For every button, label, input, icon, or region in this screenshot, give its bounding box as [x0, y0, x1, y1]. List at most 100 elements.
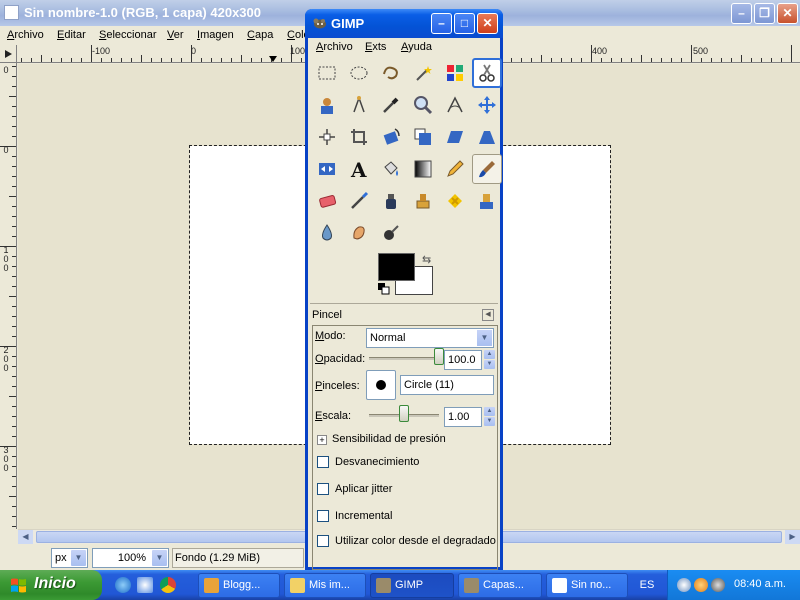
text-icon: A — [350, 158, 367, 180]
mode-value: Normal — [370, 332, 406, 344]
tool-options-menu-icon[interactable]: ◀ — [482, 309, 494, 321]
swap-colors-icon[interactable]: ⇆ — [422, 253, 431, 266]
scroll-left-icon[interactable]: ◀ — [18, 530, 33, 544]
brush-preview-button[interactable] — [366, 370, 396, 400]
bucket-fill-icon — [384, 161, 398, 176]
fuzzy-select-tool-button[interactable] — [408, 58, 438, 88]
blur-sharpen-tool-button[interactable] — [312, 218, 342, 248]
blend-tool-button[interactable] — [408, 154, 438, 184]
fade-checkbox[interactable] — [317, 456, 329, 468]
airbrush-tool-button[interactable] — [344, 186, 374, 216]
toolbox-titlebar[interactable]: GIMP – □ ✕ — [305, 9, 503, 38]
foreground-select-tool-button[interactable] — [312, 90, 342, 120]
update-icon[interactable] — [694, 578, 708, 592]
menu-archivo[interactable]: Archivo — [7, 29, 44, 41]
scale-slider-handle[interactable] — [399, 405, 409, 422]
opacity-input[interactable]: 100.0 — [444, 350, 482, 370]
default-colors-icon[interactable] — [378, 283, 390, 295]
flip-tool-button[interactable] — [312, 154, 342, 184]
ruler-label: 400 — [592, 46, 608, 56]
text-tool-button[interactable]: A — [344, 154, 374, 184]
menu-ver[interactable]: Ver — [167, 29, 184, 41]
paintbrush-tool-button[interactable] — [472, 154, 502, 184]
chrome-icon[interactable] — [160, 577, 176, 593]
brush-name-field[interactable]: Circle (11) — [400, 375, 494, 395]
ruler-label: 1 0 0 — [3, 245, 9, 273]
start-button[interactable]: Inicio — [0, 570, 102, 600]
scale-tool-button[interactable] — [408, 122, 438, 152]
gradient-color-checkbox[interactable] — [317, 535, 329, 547]
menu-archivo[interactable]: Archivo — [316, 41, 353, 53]
minimize-button[interactable]: – — [731, 3, 752, 24]
perspective-tool-button[interactable] — [472, 122, 502, 152]
taskbar-button[interactable]: GIMP — [370, 573, 454, 598]
ie-quicklaunch-icon[interactable] — [115, 577, 131, 593]
scale-spinner[interactable]: ▲ ▼ — [484, 407, 495, 427]
zoom-select[interactable]: 100% ▼ — [92, 548, 169, 568]
taskbar-button-label: GIMP — [395, 579, 424, 591]
paths-tool-button[interactable] — [344, 90, 374, 120]
opacity-spinner[interactable]: ▲ ▼ — [484, 350, 495, 370]
taskbar-button[interactable]: Capas... — [458, 573, 542, 598]
language-indicator[interactable]: ES — [632, 573, 662, 597]
ink-icon — [386, 194, 396, 209]
clone-tool-button[interactable] — [408, 186, 438, 216]
menu-ayuda[interactable]: Ayuda — [401, 41, 432, 53]
taskbar-button[interactable]: Mis im... — [284, 573, 366, 598]
volume-icon[interactable] — [711, 578, 725, 592]
chevron-down-icon: ▼ — [71, 550, 86, 566]
dodge-burn-tool-button[interactable] — [376, 218, 406, 248]
menu-exts[interactable]: Exts — [365, 41, 386, 53]
color-picker-tool-button[interactable] — [376, 90, 406, 120]
ruler-corner[interactable] — [0, 45, 17, 63]
taskbar-button[interactable]: Blogg... — [198, 573, 280, 598]
ink-tool-button[interactable] — [376, 186, 406, 216]
scissors-select-tool-button[interactable] — [472, 58, 502, 88]
menu-editar[interactable]: Editar — [57, 29, 86, 41]
toolbox-maximize-button[interactable]: □ — [454, 13, 475, 34]
heal-tool-button[interactable] — [440, 186, 470, 216]
network-icon[interactable] — [677, 578, 691, 592]
jitter-checkbox[interactable] — [317, 483, 329, 495]
crop-tool-button[interactable] — [344, 122, 374, 152]
taskbar-button[interactable]: Sin no... — [546, 573, 628, 598]
menu-imagen[interactable]: Imagen — [197, 29, 234, 41]
zoom-tool-button[interactable] — [408, 90, 438, 120]
color-select-tool-button[interactable] — [440, 58, 470, 88]
opacity-slider-handle[interactable] — [434, 348, 444, 365]
scroll-right-icon[interactable]: ▶ — [785, 530, 800, 544]
align-tool-button[interactable] — [312, 122, 342, 152]
pencil-tool-button[interactable] — [440, 154, 470, 184]
maximize-button[interactable]: ❐ — [754, 3, 775, 24]
toolbox-minimize-button[interactable]: – — [431, 13, 452, 34]
ruler-label: 3 0 0 — [3, 445, 9, 473]
rotate-tool-button[interactable] — [376, 122, 406, 152]
expand-icon[interactable]: + — [317, 435, 327, 445]
scale-input[interactable]: 1.00 — [444, 407, 482, 427]
incremental-checkbox[interactable] — [317, 510, 329, 522]
vertical-ruler[interactable]: 0 0 1 0 0 2 0 0 3 0 0 — [0, 63, 17, 529]
unit-select[interactable]: px ▼ — [51, 548, 88, 568]
toolbox-title: GIMP — [331, 16, 365, 31]
measure-tool-button[interactable] — [440, 90, 470, 120]
opacity-slider[interactable] — [369, 357, 439, 360]
foreground-color-swatch[interactable] — [378, 253, 415, 281]
move-tool-button[interactable] — [472, 90, 502, 120]
brush-label: Pinceles: — [315, 380, 360, 392]
pressure-sensitivity-expander[interactable]: Sensibilidad de presión — [332, 433, 446, 445]
menu-seleccionar[interactable]: Seleccionar — [99, 29, 156, 41]
smudge-tool-button[interactable] — [344, 218, 374, 248]
free-select-tool-button[interactable] — [376, 58, 406, 88]
ellipse-select-tool-button[interactable] — [344, 58, 374, 88]
menu-capa[interactable]: Capa — [247, 29, 273, 41]
perspective-clone-tool-button[interactable] — [472, 186, 502, 216]
ie-browser-icon[interactable] — [137, 577, 153, 593]
shear-tool-button[interactable] — [440, 122, 470, 152]
close-button[interactable]: ✕ — [777, 3, 798, 24]
mode-select[interactable]: Normal ▼ — [366, 328, 494, 348]
toolbox-close-button[interactable]: ✕ — [477, 13, 498, 34]
eraser-tool-button[interactable] — [312, 186, 342, 216]
app-icon — [376, 578, 391, 593]
rect-select-tool-button[interactable] — [312, 58, 342, 88]
bucket-fill-tool-button[interactable] — [376, 154, 406, 184]
